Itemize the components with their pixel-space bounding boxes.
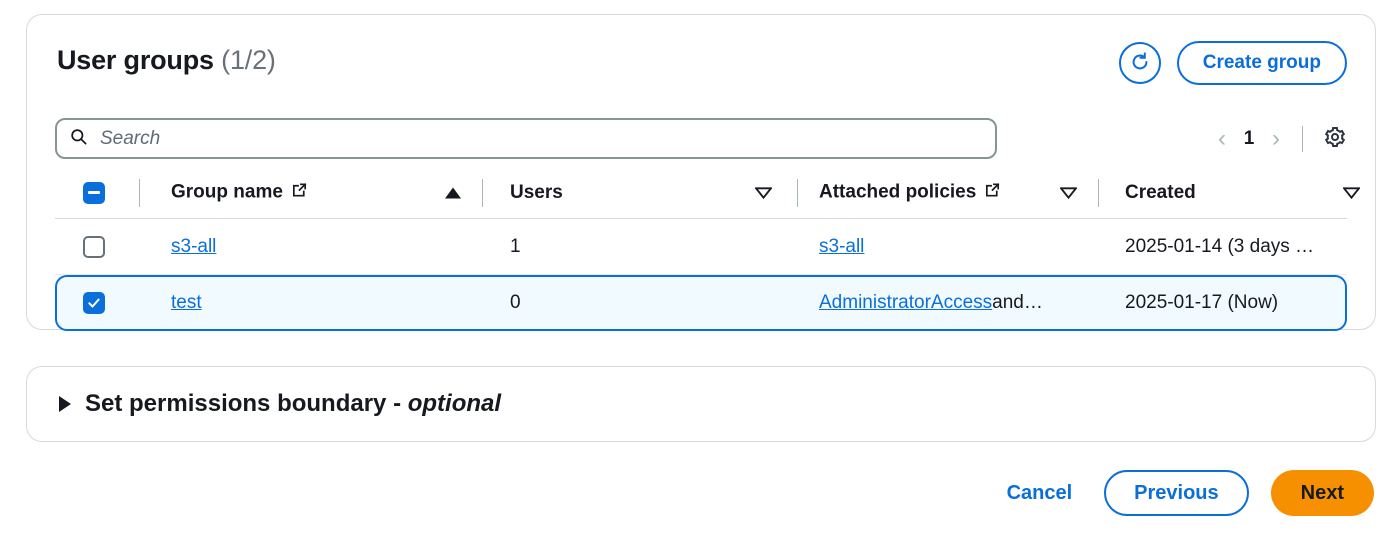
search-row: ‹ 1 ›	[27, 103, 1375, 163]
sort-none-icon	[1060, 186, 1077, 199]
permissions-boundary-optional: optional	[407, 390, 502, 417]
sort-ascending-icon	[445, 187, 461, 198]
table-header-row: Group name Users Attached policies Creat…	[55, 167, 1360, 219]
row-checkbox[interactable]	[83, 292, 105, 314]
cell-attached-policies: AdministratorAccess and…	[819, 292, 1043, 314]
header-actions: Create group	[1118, 41, 1347, 85]
cell-group-name: s3-all	[171, 236, 216, 258]
sort-indicator-attached-policies[interactable]	[1060, 186, 1077, 199]
permissions-boundary-title: Set permissions boundary -	[85, 390, 408, 417]
column-header-created[interactable]: Created	[1125, 182, 1196, 204]
column-label: Created	[1125, 181, 1196, 203]
header-divider	[139, 178, 140, 207]
group-name-link[interactable]: s3-all	[171, 236, 216, 258]
cell-created: 2025-01-17 (Now)	[1125, 292, 1279, 313]
cell-group-name: test	[171, 292, 202, 314]
create-group-button[interactable]: Create group	[1176, 41, 1347, 85]
header-divider	[482, 178, 483, 207]
user-groups-table: Group name Users Attached policies Creat…	[27, 167, 1375, 331]
wizard-footer: Cancel Previous Next	[997, 470, 1374, 516]
table-preferences-button[interactable]	[1323, 125, 1347, 152]
table-row[interactable]: s3-all 1 s3-all 2025-01-14 (3 days …	[55, 219, 1347, 275]
next-button[interactable]: Next	[1270, 470, 1374, 516]
pagination: ‹ 1 ›	[1216, 118, 1347, 159]
attached-policy-link[interactable]: AdministratorAccess	[819, 292, 992, 314]
external-link-icon	[984, 181, 1001, 204]
search-box[interactable]	[55, 118, 997, 159]
refresh-button[interactable]	[1118, 42, 1161, 84]
iam-add-user-groups-page: User groups (1/2) Create group Search ‹ …	[0, 0, 1400, 542]
group-name-link[interactable]: test	[171, 292, 202, 314]
cell-users: 1	[510, 235, 521, 257]
column-header-group-name[interactable]: Group name	[171, 181, 308, 204]
user-groups-card: User groups (1/2) Create group Search ‹ …	[26, 14, 1376, 331]
chevron-right-icon[interactable]: ›	[1270, 126, 1282, 151]
checkbox-checked-icon	[83, 292, 105, 314]
checkbox-unchecked-icon	[83, 235, 105, 258]
cell-users: 0	[510, 292, 521, 313]
external-link-icon	[291, 181, 308, 204]
permissions-boundary-label: Set permissions boundary - optional	[85, 390, 501, 418]
search-input[interactable]	[98, 126, 983, 151]
sort-none-icon	[1343, 186, 1360, 199]
sort-indicator-group-name[interactable]	[445, 187, 461, 198]
caret-right-icon	[59, 396, 71, 412]
permissions-boundary-card: Set permissions boundary - optional	[26, 366, 1376, 442]
chevron-left-icon[interactable]: ‹	[1216, 126, 1228, 151]
column-label: Users	[510, 181, 563, 203]
column-header-attached-policies[interactable]: Attached policies	[819, 181, 1001, 204]
attached-policies-suffix: and…	[992, 292, 1043, 313]
sort-indicator-users[interactable]	[755, 186, 772, 199]
checkbox-indeterminate-icon	[83, 181, 105, 204]
refresh-icon	[1129, 51, 1151, 76]
header-divider	[797, 178, 798, 207]
attached-policy-link[interactable]: s3-all	[819, 236, 864, 258]
cancel-button[interactable]: Cancel	[997, 474, 1083, 513]
pagination-divider	[1302, 125, 1303, 152]
column-label: Attached policies	[819, 181, 977, 203]
search-icon	[69, 127, 88, 151]
page-number[interactable]: 1	[1242, 128, 1256, 150]
cell-created: 2025-01-14 (3 days …	[1125, 235, 1315, 257]
header-divider	[1098, 178, 1099, 207]
row-checkbox[interactable]	[83, 235, 105, 258]
table-row[interactable]: test 0 AdministratorAccess and… 2025-01-…	[55, 275, 1347, 331]
page-title-text: User groups	[57, 45, 214, 75]
column-header-users[interactable]: Users	[510, 182, 563, 204]
sort-none-icon	[755, 186, 772, 199]
page-title: User groups (1/2)	[57, 45, 276, 76]
select-all-checkbox[interactable]	[83, 181, 105, 204]
page-title-count: (1/2)	[221, 45, 276, 75]
previous-button[interactable]: Previous	[1104, 470, 1249, 516]
gear-icon	[1323, 125, 1347, 152]
column-label: Group name	[171, 181, 283, 203]
card-header: User groups (1/2) Create group	[27, 15, 1375, 101]
cell-attached-policies: s3-all	[819, 236, 864, 258]
sort-indicator-created[interactable]	[1343, 186, 1360, 199]
permissions-boundary-expander[interactable]: Set permissions boundary - optional	[27, 390, 501, 418]
